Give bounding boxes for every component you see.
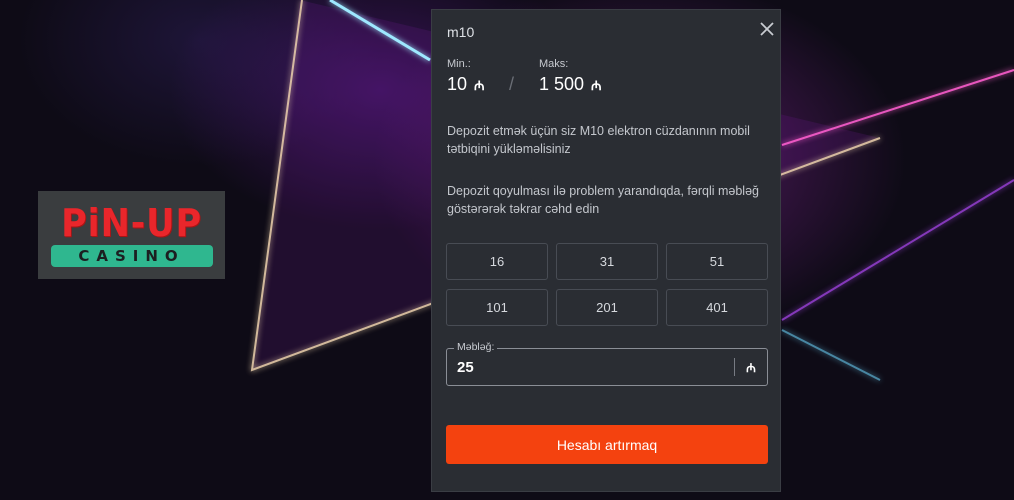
min-limit-value-row: 10 ₼ bbox=[447, 74, 485, 95]
preset-amounts: 16 31 51 101 201 401 bbox=[446, 243, 768, 327]
amount-field-label: Məbləğ: bbox=[454, 341, 498, 353]
preset-amount-button[interactable]: 51 bbox=[666, 243, 768, 280]
min-limit: Min.: 10 ₼ bbox=[447, 58, 485, 95]
info-text-retry-hint: Depozit qoyulması ilə problem yarandıqda… bbox=[447, 184, 759, 216]
preset-amount-button[interactable]: 16 bbox=[446, 243, 548, 280]
preset-amount-button[interactable]: 401 bbox=[666, 289, 768, 326]
min-limit-label: Min.: bbox=[447, 58, 471, 70]
amount-input[interactable] bbox=[457, 357, 727, 377]
max-limit: Maks: 1 500 ₼ bbox=[539, 58, 602, 95]
min-limit-value: 10 bbox=[447, 74, 468, 94]
max-limit-value-row: 1 500 ₼ bbox=[539, 74, 602, 95]
manat-currency-icon: ₼ bbox=[746, 361, 756, 375]
amount-field-divider bbox=[734, 358, 735, 376]
max-limit-value: 1 500 bbox=[539, 74, 585, 94]
deposit-modal: m10 Min.: 10 ₼ / Maks: 1 500 ₼ Depozit e… bbox=[431, 9, 781, 492]
preset-amount-button[interactable]: 101 bbox=[446, 289, 548, 326]
amount-field: Məbləğ: ₼ bbox=[446, 341, 768, 386]
limit-separator: / bbox=[509, 74, 515, 94]
preset-amount-button[interactable]: 31 bbox=[556, 243, 658, 280]
max-limit-label: Maks: bbox=[539, 58, 569, 70]
manat-currency-icon: ₼ bbox=[474, 77, 485, 93]
close-icon[interactable] bbox=[758, 20, 776, 38]
deposit-limits: Min.: 10 ₼ / Maks: 1 500 ₼ bbox=[447, 58, 767, 98]
logo-subtitle: CASINO bbox=[50, 245, 213, 267]
top-up-button[interactable]: Hesabı artırmaq bbox=[446, 425, 768, 464]
manat-currency-icon: ₼ bbox=[591, 77, 602, 93]
preset-amount-button[interactable]: 201 bbox=[556, 289, 658, 326]
info-text-app-required: Depozit etmək üçün siz M10 elektron cüzd… bbox=[447, 124, 750, 156]
logo-wordmark: PiN-UP bbox=[61, 201, 202, 245]
modal-title: m10 bbox=[447, 24, 475, 40]
pin-up-casino-logo: PiN-UP CASINO bbox=[38, 191, 225, 279]
